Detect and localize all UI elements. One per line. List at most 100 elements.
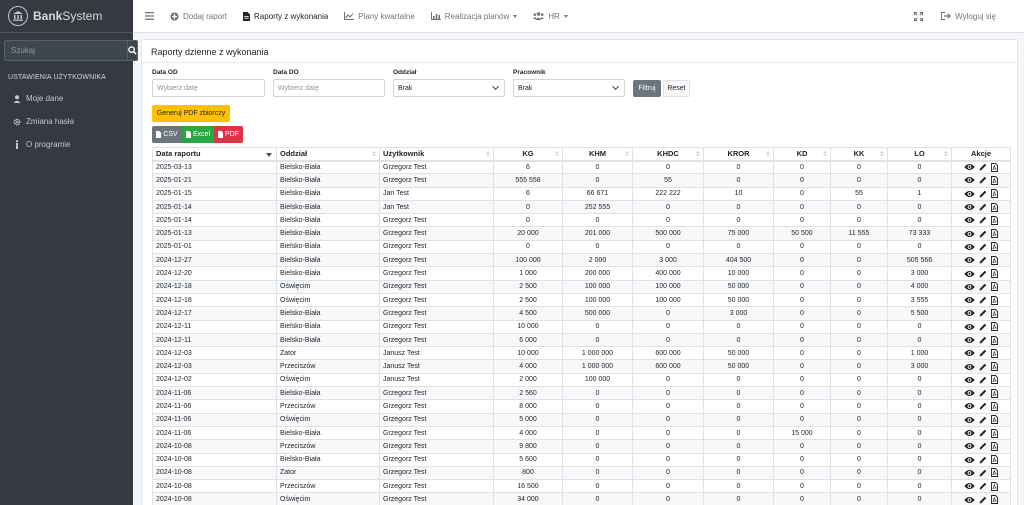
view-eye-icon[interactable] xyxy=(964,243,975,251)
sidebar-search-button[interactable] xyxy=(128,40,138,61)
pdf-file-icon[interactable] xyxy=(991,242,998,252)
column-header-oddzial[interactable]: Oddział xyxy=(276,147,380,162)
filter-button[interactable]: Filtruj xyxy=(633,80,661,97)
pdf-file-icon[interactable] xyxy=(991,229,998,239)
edit-pencil-icon[interactable] xyxy=(979,363,987,371)
view-eye-icon[interactable] xyxy=(964,402,975,410)
view-eye-icon[interactable] xyxy=(964,230,975,238)
pdf-file-icon[interactable] xyxy=(991,162,998,172)
view-eye-icon[interactable] xyxy=(964,389,975,397)
view-eye-icon[interactable] xyxy=(964,323,975,331)
pdf-file-icon[interactable] xyxy=(991,455,998,465)
edit-pencil-icon[interactable] xyxy=(979,442,987,450)
edit-pencil-icon[interactable] xyxy=(979,376,987,384)
column-header-kg[interactable]: KG xyxy=(493,147,563,162)
view-eye-icon[interactable] xyxy=(964,309,975,317)
nav-raporty-z-wykonania[interactable]: Raporty z wykonania xyxy=(235,0,336,33)
pdf-file-icon[interactable] xyxy=(991,468,998,478)
pdf-file-icon[interactable] xyxy=(991,175,998,185)
edit-pencil-icon[interactable] xyxy=(979,190,987,198)
sidebar-item-moje-dane[interactable]: Moje dane xyxy=(0,87,133,110)
edit-pencil-icon[interactable] xyxy=(979,416,987,424)
nav-hr[interactable]: HR xyxy=(525,0,576,33)
view-eye-icon[interactable] xyxy=(964,482,975,490)
pdf-file-icon[interactable] xyxy=(991,282,998,292)
edit-pencil-icon[interactable] xyxy=(979,389,987,397)
pdf-file-icon[interactable] xyxy=(991,295,998,305)
column-header-khm[interactable]: KHM xyxy=(562,147,633,162)
fullscreen-button[interactable] xyxy=(900,0,937,33)
view-eye-icon[interactable] xyxy=(964,270,975,278)
view-eye-icon[interactable] xyxy=(964,429,975,437)
nav-realizacja-planow[interactable]: Realizacja planów xyxy=(423,0,525,33)
employee-select[interactable]: Brak xyxy=(513,79,625,97)
edit-pencil-icon[interactable] xyxy=(979,349,987,357)
pdf-file-icon[interactable] xyxy=(991,255,998,265)
edit-pencil-icon[interactable] xyxy=(979,456,987,464)
edit-pencil-icon[interactable] xyxy=(979,230,987,238)
pdf-file-icon[interactable] xyxy=(991,269,998,278)
pdf-file-icon[interactable] xyxy=(991,388,998,398)
pdf-file-icon[interactable] xyxy=(991,348,998,358)
sidebar-item-o-programie[interactable]: O programie xyxy=(0,133,133,156)
reset-button[interactable]: Reset xyxy=(663,80,690,97)
pdf-file-icon[interactable] xyxy=(991,335,998,345)
view-eye-icon[interactable] xyxy=(964,190,975,198)
edit-pencil-icon[interactable] xyxy=(979,243,987,251)
view-eye-icon[interactable] xyxy=(964,442,975,450)
view-eye-icon[interactable] xyxy=(964,203,975,211)
edit-pencil-icon[interactable] xyxy=(979,270,987,278)
pdf-file-icon[interactable] xyxy=(991,308,998,318)
column-header-kk[interactable]: KK xyxy=(830,147,888,162)
view-eye-icon[interactable] xyxy=(964,363,975,371)
column-header-khdc[interactable]: KHDC xyxy=(632,147,704,162)
edit-pencil-icon[interactable] xyxy=(979,429,987,437)
date-from-input[interactable]: Wybierz datę xyxy=(152,79,265,97)
edit-pencil-icon[interactable] xyxy=(979,283,987,291)
view-eye-icon[interactable] xyxy=(964,283,975,291)
edit-pencil-icon[interactable] xyxy=(979,336,987,344)
column-header-uzytkownik[interactable]: Użytkownik xyxy=(379,147,494,162)
pdf-file-icon[interactable] xyxy=(991,189,998,199)
view-eye-icon[interactable] xyxy=(964,456,975,464)
view-eye-icon[interactable] xyxy=(964,469,975,477)
pdf-file-icon[interactable] xyxy=(991,322,998,332)
edit-pencil-icon[interactable] xyxy=(979,496,987,504)
view-eye-icon[interactable] xyxy=(964,256,975,264)
edit-pencil-icon[interactable] xyxy=(979,163,987,171)
pdf-file-icon[interactable] xyxy=(991,362,998,372)
view-eye-icon[interactable] xyxy=(964,416,975,424)
column-header-data-raportu[interactable]: Data raportu xyxy=(152,147,277,162)
pdf-file-icon[interactable] xyxy=(991,402,998,411)
branch-select[interactable]: Brak xyxy=(393,79,505,97)
edit-pencil-icon[interactable] xyxy=(979,216,987,224)
export-excel-button[interactable]: Excel xyxy=(182,126,214,143)
generate-summary-pdf-button[interactable]: Generuj PDF zbiorczy xyxy=(152,105,230,122)
nav-plany-kwartalne[interactable]: Plany kwartalne xyxy=(336,0,422,33)
view-eye-icon[interactable] xyxy=(964,376,975,384)
edit-pencil-icon[interactable] xyxy=(979,402,987,410)
view-eye-icon[interactable] xyxy=(964,176,975,184)
pdf-file-icon[interactable] xyxy=(991,428,998,438)
pdf-file-icon[interactable] xyxy=(991,375,998,385)
column-header-lo[interactable]: LO xyxy=(887,147,952,162)
nav-dodaj-raport[interactable]: Dodaj raport xyxy=(162,0,235,33)
edit-pencil-icon[interactable] xyxy=(979,323,987,331)
brand[interactable]: BankSystem xyxy=(0,0,133,33)
view-eye-icon[interactable] xyxy=(964,216,975,224)
view-eye-icon[interactable] xyxy=(964,296,975,304)
pdf-file-icon[interactable] xyxy=(991,441,998,451)
pdf-file-icon[interactable] xyxy=(991,481,998,491)
edit-pencil-icon[interactable] xyxy=(979,203,987,211)
pdf-file-icon[interactable] xyxy=(991,215,998,225)
column-header-kd[interactable]: KD xyxy=(773,147,831,162)
view-eye-icon[interactable] xyxy=(964,336,975,344)
export-csv-button[interactable]: CSV xyxy=(152,126,182,143)
view-eye-icon[interactable] xyxy=(964,163,975,171)
sidebar-search-input[interactable] xyxy=(4,40,128,61)
date-to-input[interactable]: Wybierz datę xyxy=(273,79,385,97)
view-eye-icon[interactable] xyxy=(964,349,975,357)
logout-link[interactable]: Wyloguj się xyxy=(937,0,1024,33)
export-pdf-button[interactable]: PDF xyxy=(214,126,243,143)
edit-pencil-icon[interactable] xyxy=(979,256,987,264)
